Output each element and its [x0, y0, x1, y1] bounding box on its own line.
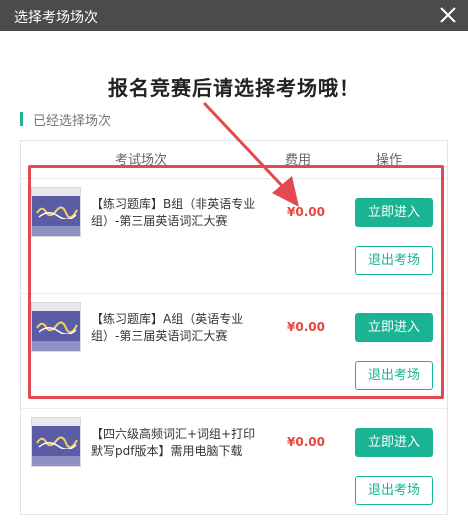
- table-row: 【四六级高频词汇+词组+打印默写pdf版本】需用电脑下载 ¥0.00 立即进入 …: [21, 408, 447, 523]
- table-row: 【练习题库】B组（非英语专业组）-第三届英语词汇大赛 ¥0.00 立即进入 退出…: [21, 178, 447, 293]
- section-label: 已经选择场次: [33, 114, 112, 129]
- dialog-titlebar: 选择考场场次: [0, 0, 468, 31]
- session-price: ¥0.00: [287, 435, 325, 449]
- exit-button[interactable]: 退出考场: [355, 246, 433, 275]
- section-marker: [20, 112, 23, 126]
- session-name: 【练习题库】B组（非英语专业组）-第三届英语词汇大赛: [91, 197, 256, 228]
- page-headline: 报名竞赛后请选择考场哦！: [108, 76, 360, 100]
- exit-button[interactable]: 退出考场: [355, 361, 433, 390]
- book-cover-image: [31, 187, 81, 237]
- close-icon[interactable]: [438, 5, 458, 25]
- enter-button[interactable]: 立即进入: [355, 198, 433, 227]
- enter-button[interactable]: 立即进入: [355, 428, 433, 457]
- table-row: 【练习题库】A组（英语专业组）-第三届英语词汇大赛 ¥0.00 立即进入 退出考…: [21, 293, 447, 408]
- header-action: 操作: [376, 153, 403, 168]
- session-price: ¥0.00: [287, 320, 325, 334]
- table-header: 考试场次 费用 操作: [21, 141, 447, 171]
- session-table: 考试场次 费用 操作 【练习题库】B组（非英语专业组）-第三届英语词汇大赛 ¥0…: [20, 140, 448, 515]
- session-name: 【四六级高频词汇+词组+打印默写pdf版本】需用电脑下载: [91, 427, 256, 458]
- book-cover-image: [31, 417, 81, 467]
- exit-button[interactable]: 退出考场: [355, 476, 433, 505]
- session-name: 【练习题库】A组（英语专业组）-第三届英语词汇大赛: [91, 312, 244, 343]
- session-price: ¥0.00: [287, 205, 325, 219]
- dialog-title: 选择考场场次: [14, 10, 98, 26]
- enter-button[interactable]: 立即进入: [355, 313, 433, 342]
- header-session: 考试场次: [115, 153, 168, 168]
- book-cover-image: [31, 302, 81, 352]
- header-fee: 费用: [285, 153, 312, 168]
